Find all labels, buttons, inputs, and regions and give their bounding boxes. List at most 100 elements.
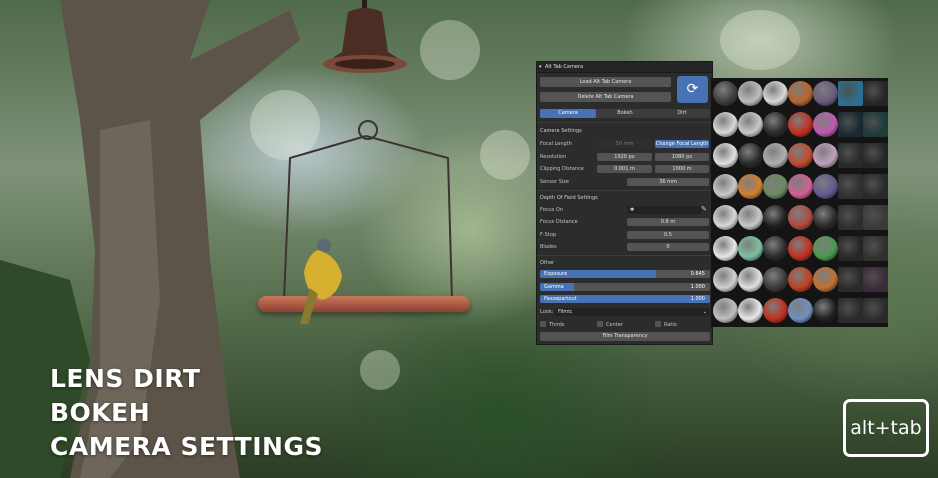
thumbnail-tile[interactable] bbox=[738, 205, 763, 230]
thumbnail-tile[interactable] bbox=[813, 143, 838, 168]
tab-bokeh[interactable]: Bokeh bbox=[597, 109, 653, 118]
thumbnail-tile[interactable] bbox=[838, 298, 863, 323]
bokeh-highlight bbox=[360, 350, 400, 390]
thumbnail-tile[interactable] bbox=[763, 174, 788, 199]
thumbnail-tile[interactable] bbox=[763, 205, 788, 230]
thumbnail-tile[interactable] bbox=[863, 81, 888, 106]
tab-camera[interactable]: Camera bbox=[540, 109, 596, 118]
thumbnail-tile[interactable] bbox=[713, 205, 738, 230]
thumbnail-tile[interactable] bbox=[838, 236, 863, 261]
focus-on-field[interactable]: ✱ bbox=[627, 206, 702, 214]
ratio-checkbox[interactable] bbox=[655, 321, 661, 327]
thumbnail-tile[interactable] bbox=[788, 298, 813, 323]
thumbnail-tile[interactable] bbox=[763, 267, 788, 292]
sensor-size-field[interactable]: 36 mm bbox=[627, 178, 709, 186]
thumbnail-tile[interactable] bbox=[713, 236, 738, 261]
chevron-down-icon: ⌄ bbox=[702, 309, 707, 315]
thumbnail-tile[interactable] bbox=[738, 174, 763, 199]
clip-start-field[interactable]: 0.001 m bbox=[597, 165, 652, 173]
thumbnail-tile[interactable] bbox=[838, 81, 863, 106]
thumbnail-tile[interactable] bbox=[713, 81, 738, 106]
eyedropper-icon[interactable]: ✎ bbox=[701, 205, 707, 213]
fstop-field[interactable]: 0.5 bbox=[627, 231, 709, 239]
exposure-label: Exposure bbox=[544, 271, 568, 277]
thumbnail-tile[interactable] bbox=[863, 174, 888, 199]
thumbnail-tile[interactable] bbox=[713, 298, 738, 323]
passepartout-label: Passepartout bbox=[544, 296, 577, 302]
thumbnail-tile[interactable] bbox=[738, 267, 763, 292]
object-icon: ✱ bbox=[630, 207, 635, 213]
resolution-y-field[interactable]: 1080 px bbox=[655, 153, 709, 161]
collapse-triangle-icon[interactable]: ▾ bbox=[539, 64, 542, 70]
tab-dirt[interactable]: Dirt bbox=[654, 109, 710, 118]
thumbnail-tile[interactable] bbox=[713, 267, 738, 292]
thumbnail-tile[interactable] bbox=[788, 174, 813, 199]
change-focal-length-button[interactable]: Change Focal Length bbox=[655, 140, 709, 148]
ratio-label: Ratio bbox=[664, 322, 677, 328]
thumbnail-tile[interactable] bbox=[788, 267, 813, 292]
focal-length-field[interactable]: 50 mm bbox=[597, 140, 652, 148]
thumbnail-tile[interactable] bbox=[838, 205, 863, 230]
clipping-distance-label: Clipping Distance bbox=[540, 166, 584, 172]
passepartout-slider[interactable]: Passepartout 1.000 bbox=[540, 295, 710, 303]
blades-field[interactable]: 0 bbox=[627, 243, 709, 251]
thumbnail-tile[interactable] bbox=[813, 174, 838, 199]
thumbnail-tile[interactable] bbox=[788, 236, 813, 261]
panel-tabs: Camera Bokeh Dirt bbox=[540, 109, 710, 118]
thumbnail-tile[interactable] bbox=[788, 81, 813, 106]
film-transparency-button[interactable]: Film Transparency bbox=[540, 332, 710, 341]
thumbnail-tile[interactable] bbox=[813, 298, 838, 323]
thumbnail-tile[interactable] bbox=[813, 236, 838, 261]
thumbnail-tile[interactable] bbox=[763, 143, 788, 168]
thumbnail-tile[interactable] bbox=[788, 112, 813, 137]
panel-header[interactable]: ▾ Alt Tab Camera bbox=[537, 62, 712, 73]
look-label: Look: bbox=[540, 309, 554, 315]
bokeh-highlight bbox=[720, 10, 800, 70]
gamma-slider[interactable]: Gamma 1.000 bbox=[540, 283, 710, 291]
thumbnail-tile[interactable] bbox=[738, 298, 763, 323]
thumbnail-tile[interactable] bbox=[763, 298, 788, 323]
exposure-slider[interactable]: Exposure 0.645 bbox=[540, 270, 710, 278]
thirds-checkbox[interactable] bbox=[540, 321, 546, 327]
resolution-x-field[interactable]: 1920 px bbox=[597, 153, 652, 161]
perch bbox=[258, 296, 470, 312]
thumbnail-tile[interactable] bbox=[813, 267, 838, 292]
thumbnail-tile[interactable] bbox=[738, 81, 763, 106]
bird bbox=[300, 239, 342, 324]
clip-end-field[interactable]: 1000 m bbox=[655, 165, 709, 173]
thumbnail-tile[interactable] bbox=[738, 236, 763, 261]
thumbnail-tile[interactable] bbox=[813, 205, 838, 230]
thumbnail-tile[interactable] bbox=[863, 143, 888, 168]
thumbnail-tile[interactable] bbox=[813, 112, 838, 137]
thumbnail-tile[interactable] bbox=[838, 174, 863, 199]
thumbnail-tile[interactable] bbox=[788, 205, 813, 230]
load-camera-button[interactable]: Load Alt Tab Camera bbox=[540, 77, 671, 87]
thumbnail-tile[interactable] bbox=[763, 112, 788, 137]
center-checkbox[interactable] bbox=[597, 321, 603, 327]
thumbnail-tile[interactable] bbox=[713, 112, 738, 137]
thumbnail-tile[interactable] bbox=[713, 174, 738, 199]
focus-distance-field[interactable]: 0.8 m bbox=[627, 218, 709, 226]
thumbnail-tile[interactable] bbox=[738, 112, 763, 137]
thumbnail-tile[interactable] bbox=[863, 267, 888, 292]
resolution-label: Resolution bbox=[540, 154, 567, 160]
thumbnail-tile[interactable] bbox=[863, 205, 888, 230]
look-dropdown[interactable]: Filmic ⌄ bbox=[555, 308, 710, 316]
thumbnail-tile[interactable] bbox=[863, 236, 888, 261]
thumbnail-tile[interactable] bbox=[863, 112, 888, 137]
thumbnail-tile[interactable] bbox=[863, 298, 888, 323]
thumbnail-tile[interactable] bbox=[788, 143, 813, 168]
thumbnail-tile[interactable] bbox=[738, 143, 763, 168]
thumbnail-tile[interactable] bbox=[713, 143, 738, 168]
thumbnail-tile[interactable] bbox=[763, 81, 788, 106]
thumbnail-tile[interactable] bbox=[838, 112, 863, 137]
delete-camera-button[interactable]: Delete Alt Tab Camera bbox=[540, 92, 671, 102]
thumbnail-tile[interactable] bbox=[838, 143, 863, 168]
fstop-label: F-Stop bbox=[540, 232, 557, 238]
thumbnail-tile[interactable] bbox=[838, 267, 863, 292]
thumbnail-tile[interactable] bbox=[763, 236, 788, 261]
thumbnail-tile[interactable] bbox=[813, 81, 838, 106]
look-value: Filmic bbox=[558, 309, 573, 315]
refresh-icon[interactable]: ⟳ bbox=[677, 76, 708, 103]
gamma-label: Gamma bbox=[544, 284, 564, 290]
